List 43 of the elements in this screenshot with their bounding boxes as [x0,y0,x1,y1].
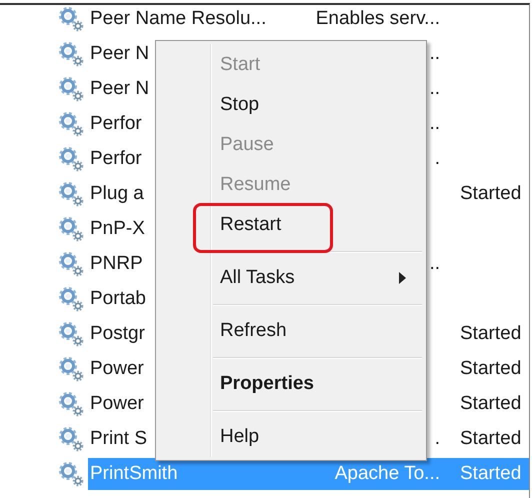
service-name: Power [90,392,144,414]
gear-icon [57,144,85,172]
service-name: Power [90,358,144,378]
service-description: Enables serv... [316,8,440,28]
gear-icon [57,250,85,278]
service-name: Portab [90,288,146,308]
service-name: Perfor [90,148,142,168]
service-row[interactable]: Peer Name Resolu... Enables serv... [88,5,529,34]
service-status: Started [460,428,522,448]
gear-icon [57,354,85,382]
service-description: Apache To... [334,462,440,484]
service-status: Started [460,462,522,484]
service-name: PNRP [90,252,143,274]
gear-icon [57,284,85,312]
service-status: Started [460,358,522,378]
gear-icon [57,460,85,488]
service-description: .. [429,112,440,134]
service-status: Started [460,392,522,414]
gear-icon [57,424,85,452]
gear-icon [57,214,85,242]
menu-item[interactable]: Restart [220,214,282,236]
menu-item[interactable]: Help [220,426,260,448]
gear-icon [57,180,85,208]
gear-icon [57,5,85,32]
gear-icon [57,390,85,418]
gear-icon [57,74,85,102]
service-description: .. [429,252,440,274]
menu-item[interactable]: All Tasks [220,267,295,289]
service-name: Peer Name Resolu... [90,8,266,28]
service-description: . [434,148,440,168]
gear-icon [57,40,85,68]
menu-item[interactable]: Refresh [220,320,287,342]
service-name: Peer N [90,78,150,98]
menu-item[interactable]: Stop [220,94,260,116]
menu-item[interactable]: Properties [220,373,314,395]
gear-icon [57,320,85,348]
gear-icon [57,110,85,138]
service-description: . [434,428,440,448]
service-description: .. [429,78,440,98]
service-name: Peer N [90,42,150,64]
service-description: .. [429,42,440,64]
service-name: PrintSmith [90,462,178,484]
service-name: Perfor [90,112,142,134]
